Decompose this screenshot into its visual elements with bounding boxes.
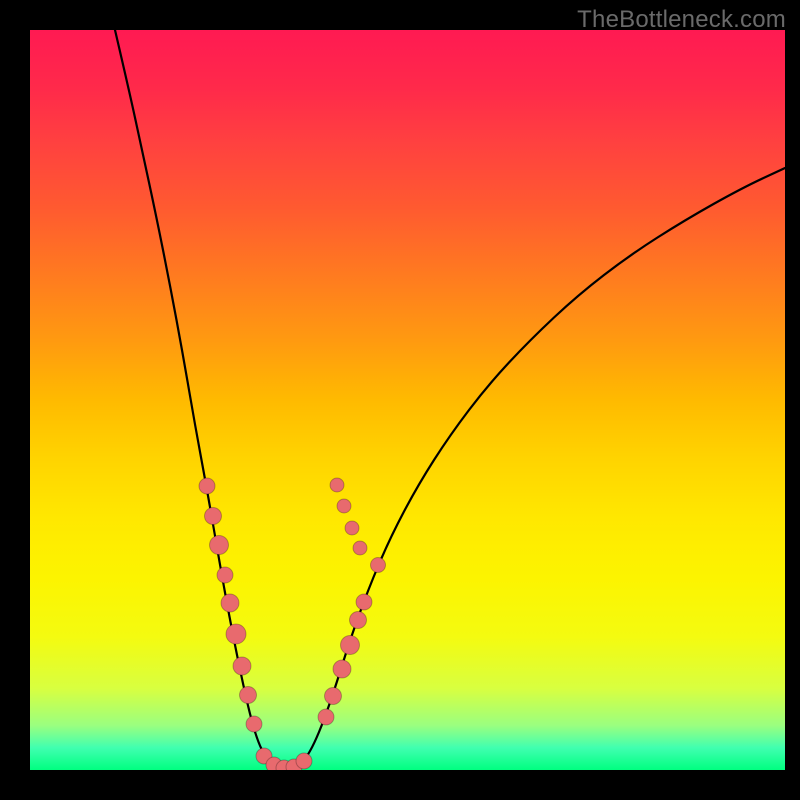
bottleneck-curve-svg: [30, 30, 785, 770]
data-point: [296, 753, 312, 769]
data-point: [318, 709, 334, 725]
data-point: [217, 567, 233, 583]
data-point: [205, 508, 222, 525]
data-point: [210, 536, 229, 555]
data-points-right: [318, 478, 386, 725]
bottleneck-curve: [115, 30, 785, 769]
data-point: [226, 624, 246, 644]
data-point: [240, 687, 257, 704]
data-point: [199, 478, 215, 494]
data-point: [333, 660, 351, 678]
data-point: [345, 521, 359, 535]
data-point: [356, 594, 372, 610]
data-points-bottom: [256, 748, 312, 770]
data-point: [330, 478, 344, 492]
data-point: [233, 657, 251, 675]
data-point: [337, 499, 351, 513]
plot-background: [30, 30, 785, 770]
data-point: [350, 612, 367, 629]
data-point: [371, 558, 386, 573]
chart-frame: TheBottleneck.com: [0, 0, 800, 800]
data-points-left: [199, 478, 262, 732]
data-point: [246, 716, 262, 732]
data-point: [341, 636, 360, 655]
data-point: [353, 541, 367, 555]
data-point: [325, 688, 342, 705]
data-point: [221, 594, 239, 612]
